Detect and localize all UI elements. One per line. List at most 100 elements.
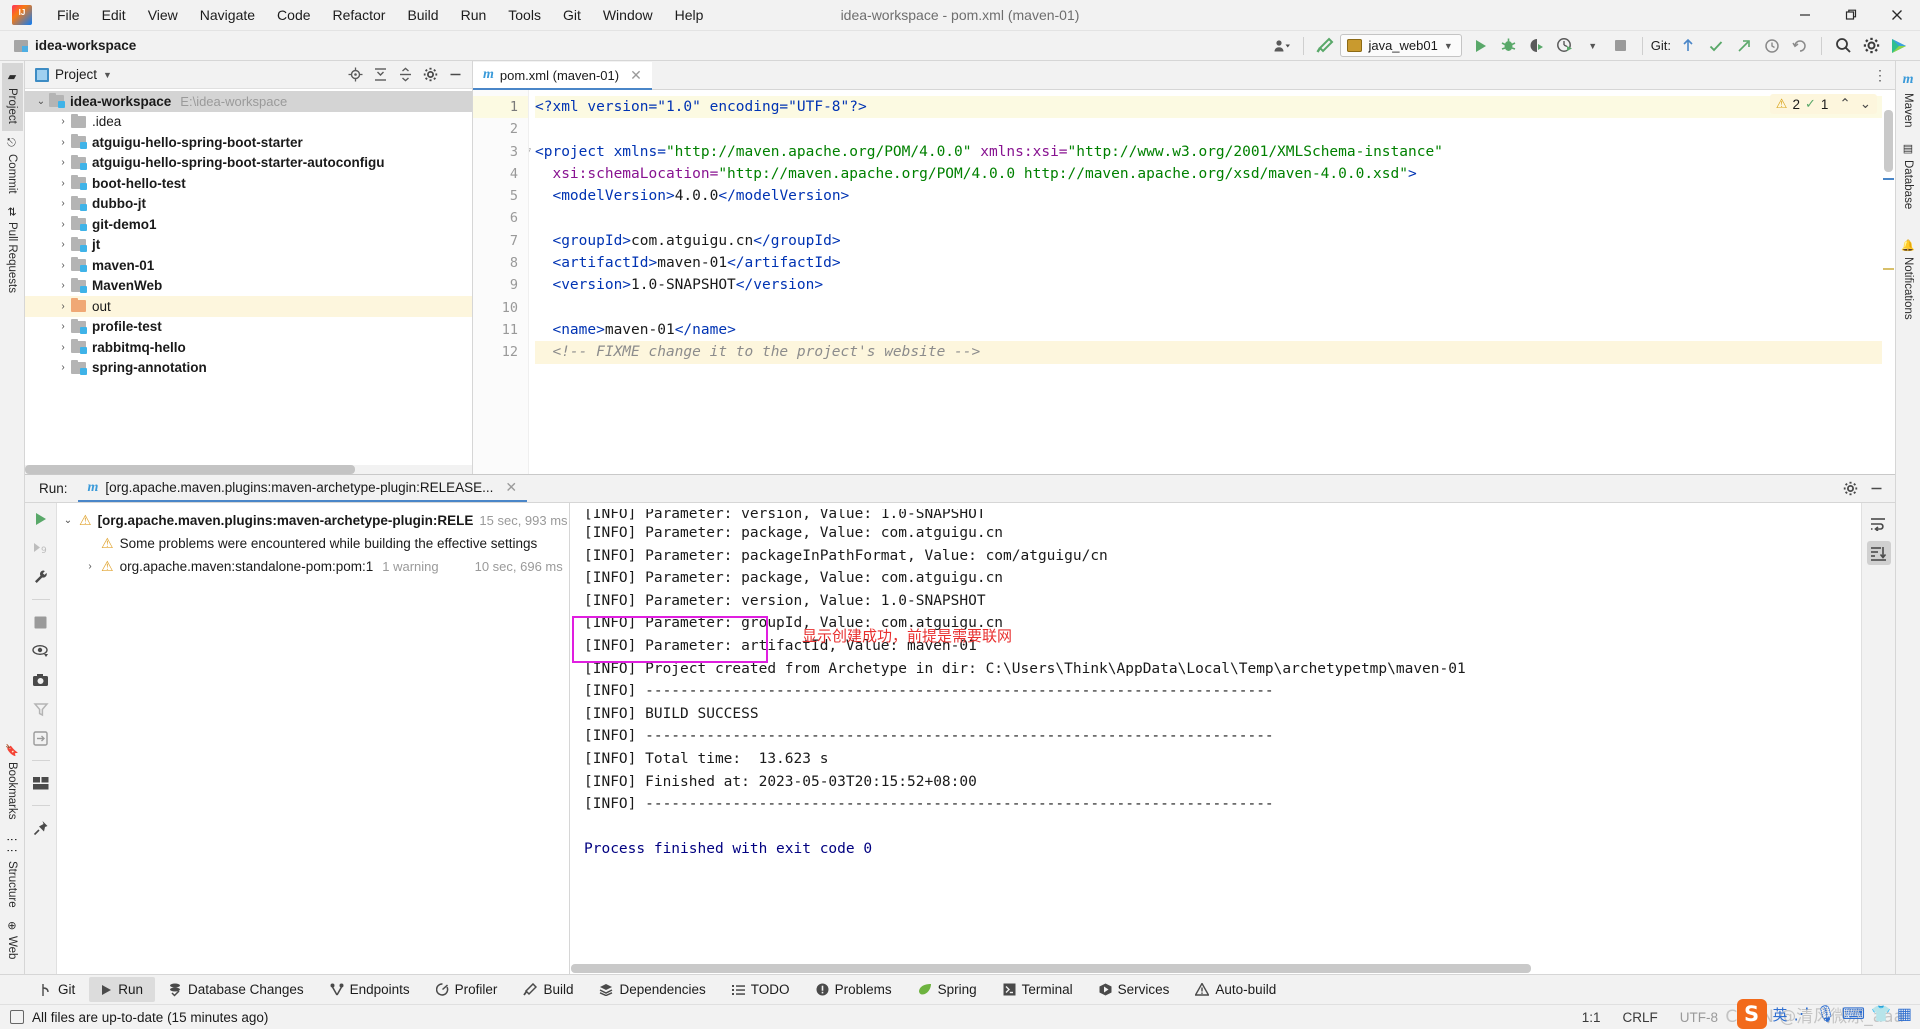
sidebar-item-project[interactable]: ▰ Project [1,63,23,131]
expand-all-icon[interactable] [369,64,391,86]
build-hammer-icon[interactable] [1312,34,1338,58]
prev-problem-icon[interactable]: ⌃ [1839,96,1850,112]
tree-item-mavenweb[interactable]: › MavenWeb [25,276,472,297]
debug-icon[interactable] [1496,34,1522,58]
chevron-right-icon[interactable]: › [55,260,71,271]
chevron-right-icon[interactable]: › [55,137,71,148]
tree-item-rabbitmq-hello[interactable]: › rabbitmq-hello [25,337,472,358]
chevron-right-icon[interactable]: › [55,280,71,291]
inspection-widget[interactable]: ⚠ 2 ✓ 1 ⌃ ⌄ [1769,94,1877,114]
project-tree-hscrollbar[interactable] [25,465,472,474]
sidebar-item-commit[interactable]: ⎋ Commit [2,131,22,201]
run-console-output[interactable]: [INFO] Parameter: version, Value: 1.0-SN… [570,503,1861,974]
minimize-button[interactable] [1782,0,1828,31]
tree-item-maven-01[interactable]: › maven-01 [25,255,472,276]
menu-file[interactable]: File [46,3,91,27]
line-separator[interactable]: CRLF [1622,1010,1657,1025]
chevron-down-icon[interactable]: ⌄ [57,515,79,526]
menu-run[interactable]: Run [450,3,498,27]
maximize-button[interactable] [1828,0,1874,31]
menu-edit[interactable]: Edit [91,3,137,27]
search-everywhere-icon[interactable] [1830,34,1856,58]
toolwindow-auto-build[interactable]: Auto-build [1183,977,1288,1002]
export-snapshot-icon[interactable] [31,670,51,690]
fold-marker-icon[interactable]: ▽ [529,141,531,163]
stop-icon[interactable] [1608,34,1634,58]
run-configuration-selector[interactable]: java_web01 ▼ [1340,34,1462,57]
toolwindow-run[interactable]: Run [89,977,156,1002]
breadcrumb[interactable]: idea-workspace [35,38,136,53]
build-tree-pane[interactable]: ⌄ ⚠ [org.apache.maven.plugins:maven-arch… [57,503,570,974]
chevron-right-icon[interactable]: › [55,362,71,373]
menu-code[interactable]: Code [266,3,321,27]
show-passed-icon[interactable] [31,641,51,661]
menu-refactor[interactable]: Refactor [322,3,397,27]
tree-item-idea[interactable]: › .idea [25,112,472,133]
toolwindow-endpoints[interactable]: Endpoints [318,977,422,1002]
menu-help[interactable]: Help [664,3,715,27]
collapse-all-icon[interactable] [394,64,416,86]
project-tree[interactable]: ⌄ idea-workspace E:\idea-workspace › .id… [25,89,472,474]
sidebar-item-structure[interactable]: ⋮⋮ Structure [2,827,23,915]
history-icon[interactable] [1759,34,1785,58]
toolwindow-profiler[interactable]: Profiler [424,977,510,1002]
close-icon[interactable]: ✕ [630,67,642,84]
menu-tools[interactable]: Tools [497,3,552,27]
soft-wrap-icon[interactable] [1867,511,1891,535]
code-editor[interactable]: 1 2 3 4 5 6 7 8 9 10 11 12 <?xml version… [473,90,1895,474]
caret-position[interactable]: 1:1 [1582,1010,1601,1025]
chevron-down-icon[interactable]: ⌄ [33,96,49,107]
chevron-down-icon[interactable]: ▼ [1580,34,1606,58]
chevron-right-icon[interactable]: › [55,239,71,250]
import-icon[interactable] [31,728,51,748]
hide-icon[interactable] [1865,478,1887,500]
settings-wrench-icon[interactable] [31,567,51,587]
chevron-right-icon[interactable]: › [55,321,71,332]
settings-gear-icon[interactable] [1839,478,1861,500]
menu-navigate[interactable]: Navigate [189,3,266,27]
rollback-icon[interactable] [1787,34,1813,58]
hide-icon[interactable] [444,64,466,86]
stop-icon[interactable] [31,612,51,632]
close-icon[interactable]: ✕ [505,479,517,496]
toolwindow-services[interactable]: Services [1087,977,1182,1002]
profiler-icon[interactable] [1552,34,1578,58]
tree-item-boot-hello-test[interactable]: › boot-hello-test [25,173,472,194]
tree-item-atguigu-starter[interactable]: › atguigu-hello-spring-boot-starter [25,132,472,153]
toolwindow-spring[interactable]: Spring [906,977,989,1002]
settings-gear-icon[interactable] [419,64,441,86]
rerun-failed-icon[interactable]: 9 [31,538,51,558]
toolwindow-database-changes[interactable]: Database Changes [157,977,316,1002]
chevron-right-icon[interactable]: › [55,116,71,127]
build-tree-child-2[interactable]: › ⚠ org.apache.maven:standalone-pom:pom:… [57,555,569,578]
console-hscrollbar[interactable] [570,964,1861,974]
git-push-icon[interactable] [1731,34,1757,58]
sidebar-item-notifications[interactable]: 🔔 Notifications [1897,232,1919,327]
tree-item-idea-workspace[interactable]: ⌄ idea-workspace E:\idea-workspace [25,91,472,112]
next-problem-icon[interactable]: ⌄ [1860,96,1871,112]
toolwindow-build[interactable]: Build [511,977,585,1002]
filter-icon[interactable] [31,699,51,719]
menu-git[interactable]: Git [552,3,592,27]
sidebar-item-database[interactable]: ▤ Database [1898,135,1918,216]
coverage-icon[interactable] [1524,34,1550,58]
tree-item-dubbo-jt[interactable]: › dubbo-jt [25,194,472,215]
sidebar-item-pull-requests[interactable]: ⇄ Pull Requests [2,200,23,299]
user-settings-icon[interactable] [1269,34,1295,58]
tree-item-atguigu-autoconfigure[interactable]: › atguigu-hello-spring-boot-starter-auto… [25,153,472,174]
run-tab[interactable]: m [org.apache.maven.plugins:maven-archet… [77,475,528,502]
settings-gear-icon[interactable] [1858,34,1884,58]
chevron-right-icon[interactable]: › [55,342,71,353]
sidebar-item-web[interactable]: ⊕ Web [2,914,23,966]
close-button[interactable] [1874,0,1920,31]
chevron-right-icon[interactable]: › [55,198,71,209]
toolwindow-todo[interactable]: TODO [720,977,802,1002]
menu-window[interactable]: Window [592,3,664,27]
chevron-right-icon[interactable]: › [55,157,71,168]
layout-icon[interactable] [31,773,51,793]
rerun-icon[interactable] [31,509,51,529]
run-icon[interactable] [1468,34,1494,58]
file-encoding[interactable]: UTF-8 [1680,1010,1718,1025]
menu-build[interactable]: Build [396,3,449,27]
toolwindow-git[interactable]: Git [28,977,87,1002]
